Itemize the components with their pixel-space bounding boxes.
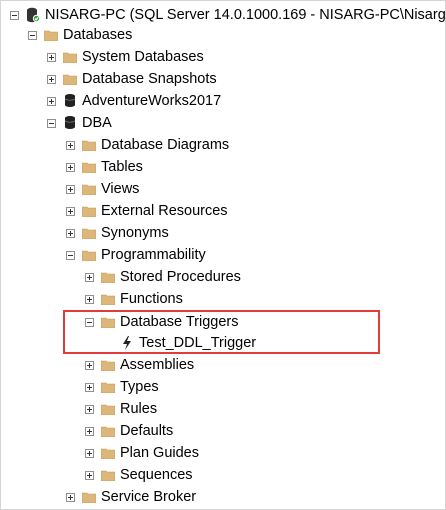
expand-expander[interactable] [66, 206, 75, 216]
tree-node-label: Synonyms [101, 225, 169, 241]
tree-node-database-diagrams[interactable]: Database Diagrams [66, 134, 229, 156]
folder-icon [101, 426, 115, 437]
tree-node-label: AdventureWorks2017 [82, 93, 222, 109]
collapse-expander[interactable] [47, 118, 56, 128]
expand-expander[interactable] [66, 228, 75, 238]
expand-expander[interactable] [47, 52, 56, 62]
tree-node-label: Stored Procedures [120, 269, 241, 285]
database-icon [63, 115, 77, 131]
collapse-expander[interactable] [85, 317, 94, 327]
expand-expander[interactable] [66, 162, 75, 172]
tree-node-rules[interactable]: Rules [85, 398, 157, 420]
tree-node-programmability[interactable]: Programmability [66, 244, 206, 266]
tree-node-label: Databases [63, 27, 133, 43]
expand-expander[interactable] [85, 470, 94, 480]
tree-node-databases[interactable]: Databases [28, 24, 132, 46]
server-icon [26, 7, 40, 23]
expand-expander[interactable] [85, 404, 94, 414]
tree-node-label: Rules [120, 401, 158, 417]
expand-expander[interactable] [85, 360, 94, 370]
collapse-expander[interactable] [66, 250, 75, 260]
tree-node-label: Assemblies [120, 357, 195, 373]
tree-node-service-broker[interactable]: Service Broker [66, 486, 196, 508]
tree-node-label: Programmability [101, 247, 206, 263]
tree-node-label: Views [101, 181, 140, 197]
folder-icon [63, 74, 77, 85]
tree-node-database-triggers[interactable]: Database Triggers [85, 311, 238, 333]
folder-icon [101, 294, 115, 305]
folder-icon [82, 162, 96, 173]
tree-node-label: Service Broker [101, 489, 197, 505]
folder-icon [101, 317, 115, 328]
expand-expander[interactable] [85, 448, 94, 458]
folder-icon [101, 360, 115, 371]
database-icon [63, 93, 77, 109]
expand-expander[interactable] [85, 272, 94, 282]
tree-node-label: Types [120, 379, 159, 395]
folder-icon [63, 52, 77, 63]
tree-node-dba[interactable]: DBA [47, 112, 112, 134]
tree-node-label: Test_DDL_Trigger [139, 335, 257, 351]
tree-node-types[interactable]: Types [85, 376, 159, 398]
folder-icon [82, 492, 96, 503]
tree-node-label: Functions [120, 291, 183, 307]
tree-node-defaults[interactable]: Defaults [85, 420, 173, 442]
folder-icon [101, 470, 115, 481]
expand-expander[interactable] [66, 184, 75, 194]
folder-icon [44, 30, 58, 41]
tree-node-database-snapshots[interactable]: Database Snapshots [47, 68, 217, 90]
tree-node-external-resources[interactable]: External Resources [66, 200, 228, 222]
collapse-expander[interactable] [10, 10, 19, 20]
expand-expander[interactable] [85, 294, 94, 304]
expand-expander[interactable] [66, 492, 75, 502]
tree-node-label: NISARG-PC (SQL Server 14.0.1000.169 - NI… [45, 7, 446, 23]
tree-node-label: Tables [101, 159, 143, 175]
tree-node-label: Database Snapshots [82, 71, 217, 87]
expand-expander[interactable] [47, 96, 56, 106]
folder-icon [82, 228, 96, 239]
folder-icon [101, 404, 115, 415]
tree-node-label: Plan Guides [120, 445, 199, 461]
tree-node-test-ddl-trigger[interactable]: Test_DDL_Trigger [104, 332, 256, 354]
tree-node-stored-procedures[interactable]: Stored Procedures [85, 266, 241, 288]
object-explorer-tree: NISARG-PC (SQL Server 14.0.1000.169 - NI… [0, 0, 446, 510]
tree-node-tables[interactable]: Tables [66, 156, 143, 178]
tree-node-label: External Resources [101, 203, 228, 219]
expand-expander[interactable] [85, 382, 94, 392]
expand-expander[interactable] [85, 426, 94, 436]
tree-node-views[interactable]: Views [66, 178, 139, 200]
tree-node-sequences[interactable]: Sequences [85, 464, 193, 486]
folder-icon [82, 140, 96, 151]
folder-icon [101, 382, 115, 393]
folder-icon [101, 448, 115, 459]
tree-node-label: DBA [82, 115, 112, 131]
tree-node-adventureworks2017[interactable]: AdventureWorks2017 [47, 90, 221, 112]
tree-node-label: Sequences [120, 467, 193, 483]
folder-icon [82, 206, 96, 217]
tree-node-label: Database Triggers [120, 314, 239, 330]
tree-node-server[interactable]: NISARG-PC (SQL Server 14.0.1000.169 - NI… [10, 4, 446, 26]
tree-node-label: Database Diagrams [101, 137, 230, 153]
expand-expander[interactable] [47, 74, 56, 84]
lightning-icon [120, 335, 134, 351]
folder-icon [82, 184, 96, 195]
tree-node-synonyms[interactable]: Synonyms [66, 222, 169, 244]
tree-node-assemblies[interactable]: Assemblies [85, 354, 194, 376]
tree-node-system-databases[interactable]: System Databases [47, 46, 204, 68]
tree-node-plan-guides[interactable]: Plan Guides [85, 442, 199, 464]
tree-node-label: System Databases [82, 49, 204, 65]
folder-icon [82, 250, 96, 261]
tree-node-functions[interactable]: Functions [85, 288, 183, 310]
expand-expander[interactable] [66, 140, 75, 150]
collapse-expander[interactable] [28, 30, 37, 40]
folder-icon [101, 272, 115, 283]
tree-node-label: Defaults [120, 423, 174, 439]
